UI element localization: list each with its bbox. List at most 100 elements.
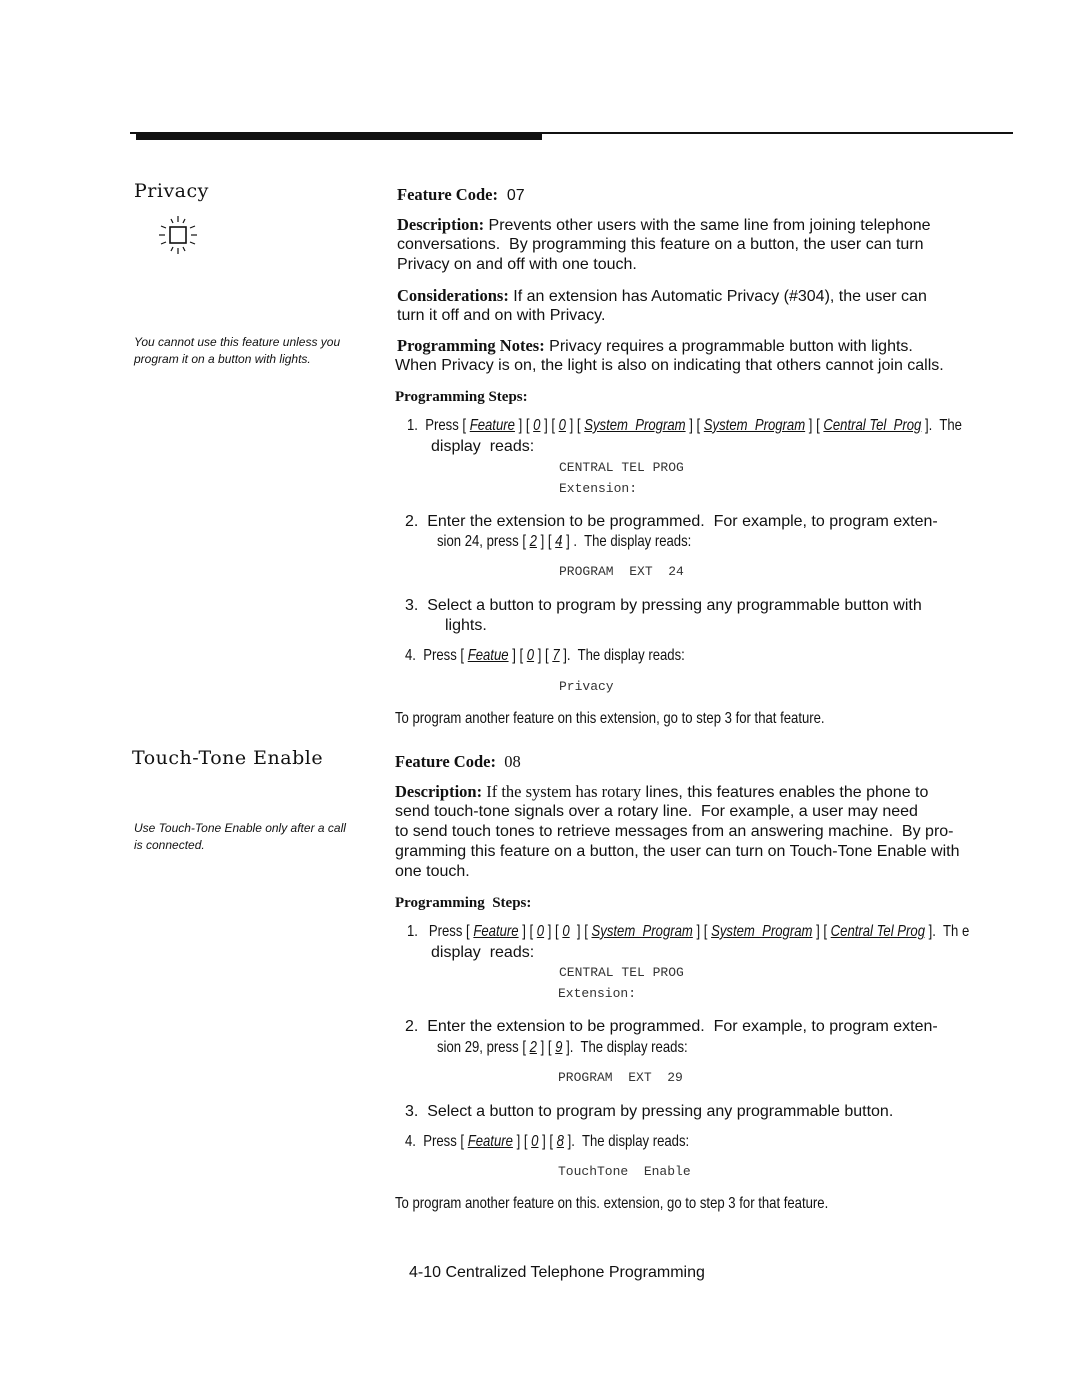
key-name: 2 [529, 533, 537, 550]
text: 4. Press [ [405, 1133, 468, 1150]
display-line: TouchTone Enable [558, 1164, 691, 1179]
feature-code: Feature Code: 07 [397, 185, 525, 206]
label: Description: [397, 215, 485, 234]
text: ] [ [685, 417, 704, 434]
text: ] [ [514, 417, 534, 434]
text: ] [ [534, 647, 553, 664]
text: ] [ [540, 417, 559, 434]
light-on-icon [159, 216, 197, 254]
touch-tone-note: Use Touch-Tone Enable only after a call … [134, 821, 346, 852]
label: Considerations: [397, 286, 509, 305]
key-name: 2 [529, 1039, 537, 1056]
label: Programming Notes: [397, 336, 545, 355]
display-line: CENTRAL TEL PROG [559, 460, 684, 475]
text: 08 [495, 752, 521, 771]
considerations-line: turn it off and on with Privacy. [397, 306, 605, 326]
step-1: 1. Press [ Feature ] [ 0 ] [ 0 ] [ Syste… [407, 922, 1080, 942]
display-line: PROGRAM EXT 24 [559, 564, 684, 579]
description-line: one touch. [395, 862, 470, 882]
text: 1. Press [ [407, 923, 474, 940]
key-name: Feature [473, 923, 519, 940]
text: ] [ [812, 923, 831, 940]
text: lines, this features enables the phone t… [641, 784, 929, 801]
text: ] [ [512, 1133, 532, 1150]
key-name: System Program [584, 417, 686, 434]
key-name: 0 [536, 923, 545, 940]
closing-note: To program another feature on this. exte… [395, 1194, 923, 1214]
display-text: Extension: [559, 478, 637, 499]
description-line: Description: Prevents other users with t… [397, 215, 931, 236]
text: ] [ [544, 923, 563, 940]
description-line: send touch-tone signals over a rotary li… [395, 802, 918, 822]
step-2-cont: sion 24, press [ 2 ] [ 4 ] . The display… [437, 532, 747, 552]
text: ]. The display reads: [562, 1039, 688, 1056]
text: ]. The [921, 417, 962, 434]
text: lights. [445, 617, 487, 634]
key-name: Feature [467, 1133, 513, 1150]
display-text: TouchTone Enable [558, 1161, 691, 1182]
text: sion 24, press [ [437, 533, 530, 550]
text: ] [ [538, 1133, 557, 1150]
display-text: Extension: [558, 983, 636, 1004]
text: To program another feature on this exten… [395, 710, 825, 727]
feature-code: Feature Code: 08 [395, 752, 521, 773]
text: To program another feature on this. exte… [395, 1195, 829, 1212]
text: 3. Select a button to program by pressin… [405, 1103, 894, 1120]
key-name: 0 [533, 417, 541, 434]
key-name: 0 [531, 1133, 539, 1150]
considerations-line: Considerations: If an extension has Auto… [397, 286, 927, 307]
text: 3. Select a button to program by pressin… [405, 597, 922, 614]
text: conversations. By programming this featu… [397, 236, 924, 253]
display-text: PROGRAM EXT 29 [558, 1067, 683, 1088]
privacy-note: You cannot use this feature unless you p… [134, 335, 341, 366]
step-1-cont: display reads: [431, 437, 534, 457]
text: to send touch tones to retrieve messages… [395, 823, 954, 840]
text: ] [ [692, 923, 712, 940]
description-line: Privacy on and off with one touch. [397, 255, 637, 275]
text: ]. The display reads: [559, 647, 685, 664]
key-name: System Program [703, 417, 806, 434]
description-line: gramming this feature on a button, the u… [395, 842, 960, 862]
text: 2. Enter the extension to be programmed.… [405, 1018, 938, 1035]
label: Feature Code: [397, 185, 498, 204]
step-1: 1. Press [ Feature ] [ 0 ] [ 0 ] [ Syste… [407, 416, 1080, 436]
text: ] [ [805, 417, 824, 434]
display-line: Extension: [559, 481, 638, 496]
key-name: 0 [526, 647, 535, 664]
text: Privacy on and off with one touch. [397, 256, 637, 273]
text: display reads: [431, 438, 535, 455]
section-title-privacy: Privacy [134, 180, 209, 202]
display-line: Privacy [559, 679, 614, 694]
key-name: 8 [556, 1133, 564, 1150]
display-text: CENTRAL TEL PROG [559, 962, 684, 983]
text: one touch. [395, 863, 470, 880]
text: 2. Enter the extension to be programmed.… [405, 513, 938, 530]
closing-note: To program another feature on this exten… [395, 709, 919, 729]
text: turn it off and on with Privacy. [397, 307, 606, 324]
text: 07 [497, 187, 525, 204]
description-line: conversations. By programming this featu… [397, 235, 924, 255]
key-name: Featue [467, 647, 509, 664]
text: send touch-tone signals over a rotary li… [395, 803, 918, 820]
text: Prevents other users with the same line … [484, 217, 931, 234]
step-1-cont: display reads: [431, 943, 534, 963]
heading: Programming Steps: [395, 895, 532, 911]
text: 1. Press [ [407, 417, 470, 434]
key-name: 9 [555, 1039, 563, 1056]
key-name: Feature [469, 417, 515, 434]
text: ] [ [536, 533, 556, 550]
text: If an extension has Automatic Privacy (#… [508, 288, 927, 305]
text: ] [ [569, 923, 592, 940]
text: ] [ [565, 417, 585, 434]
header-bar [136, 133, 542, 140]
display-line: CENTRAL TEL PROG [559, 965, 684, 980]
step-4: 4. Press [ Featue ] [ 0 ] [ 7 ]. The dis… [405, 646, 746, 666]
step-2-cont: sion 29, press [ 2 ] [ 9 ]. The display … [437, 1038, 743, 1058]
key-name: Central Tel Prog [830, 923, 925, 940]
programming-steps-heading: Programming Steps: [395, 387, 528, 407]
step-2: 2. Enter the extension to be programmed.… [405, 512, 938, 532]
text: When Privacy is on, the light is also on… [395, 357, 944, 374]
text: 4. Press [ [405, 647, 468, 664]
section-title-touch-tone: Touch-Tone Enable [132, 747, 324, 769]
key-name: Central Tel Prog [823, 417, 922, 434]
